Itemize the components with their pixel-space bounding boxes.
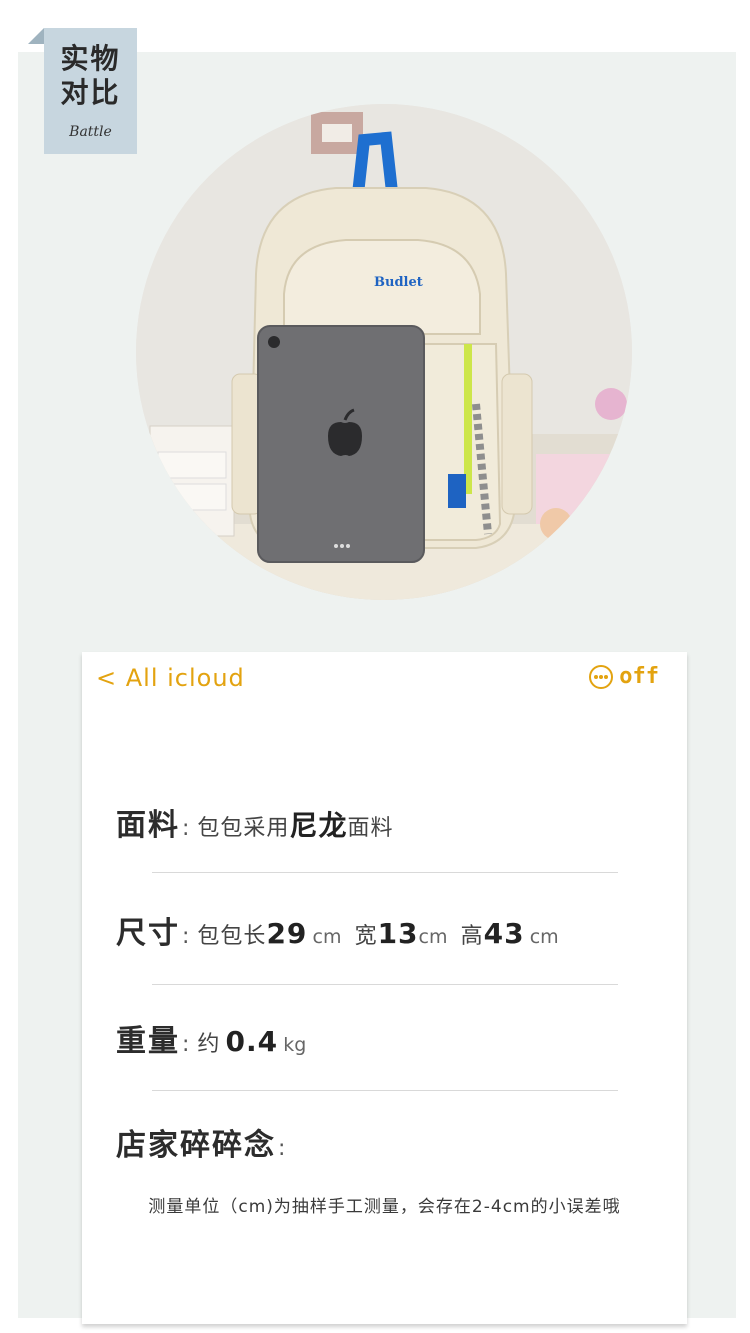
length-unit: cm — [312, 926, 342, 948]
material-text1: 包包采用 — [197, 816, 290, 841]
width-unit: cm — [418, 926, 448, 948]
notes-sep: : — [278, 1136, 286, 1161]
size-label: 尺寸 — [116, 916, 180, 951]
more-circle-icon[interactable] — [589, 664, 614, 689]
notes-label: 店家碎碎念 — [116, 1128, 276, 1163]
tag-title: 实物 对比 — [44, 42, 137, 110]
back-link[interactable]: < All icloud — [96, 664, 245, 692]
material-sep: : — [182, 816, 190, 841]
tag-title-line2: 对比 — [60, 76, 121, 109]
weight-label: 重量 — [116, 1024, 180, 1059]
weight-value: 0.4 — [225, 1025, 279, 1058]
weight-prefix: 约 — [197, 1032, 221, 1057]
backpack-illustration: Budlet — [136, 104, 632, 600]
width-label: 宽 — [354, 924, 378, 949]
spec-card: < All icloud off 面料: 包包采用尼龙面料 尺寸: 包包长29 cm… — [82, 652, 687, 1324]
off-label: off — [619, 664, 659, 689]
material-row: 面料: 包包采用尼龙面料 — [116, 800, 393, 844]
weight-unit: kg — [283, 1034, 307, 1056]
more-menu[interactable]: off — [589, 664, 659, 689]
material-text2: 面料 — [347, 816, 394, 841]
material-label: 面料 — [116, 808, 180, 843]
height-value: 43 — [483, 917, 525, 950]
svg-text:Budlet: Budlet — [374, 275, 423, 290]
size-row: 尺寸: 包包长29 cm 宽13cm 高43 cm — [116, 908, 559, 952]
weight-sep: : — [182, 1032, 190, 1057]
divider-1 — [152, 872, 618, 873]
height-unit: cm — [529, 926, 559, 948]
divider-2 — [152, 984, 618, 985]
length-label: 包包长 — [197, 924, 267, 949]
section-tag: 实物 对比 Battle — [44, 28, 137, 154]
tag-subtitle: Battle — [69, 124, 112, 140]
width-value: 13 — [377, 917, 419, 950]
material-highlight: 尼龙 — [289, 809, 348, 842]
notes-row: 店家碎碎念: — [116, 1120, 293, 1164]
size-sep: : — [182, 924, 190, 949]
tag-title-line1: 实物 — [60, 42, 121, 75]
weight-row: 重量: 约 0.4 kg — [116, 1016, 306, 1060]
length-value: 29 — [266, 917, 308, 950]
measurement-note: 测量单位（cm)为抽样手工测量，会存在2-4cm的小误差哦 — [148, 1197, 621, 1217]
divider-3 — [152, 1090, 618, 1091]
height-label: 高 — [460, 924, 484, 949]
product-photo: Budlet — [136, 104, 632, 600]
tag-fold — [28, 28, 44, 44]
